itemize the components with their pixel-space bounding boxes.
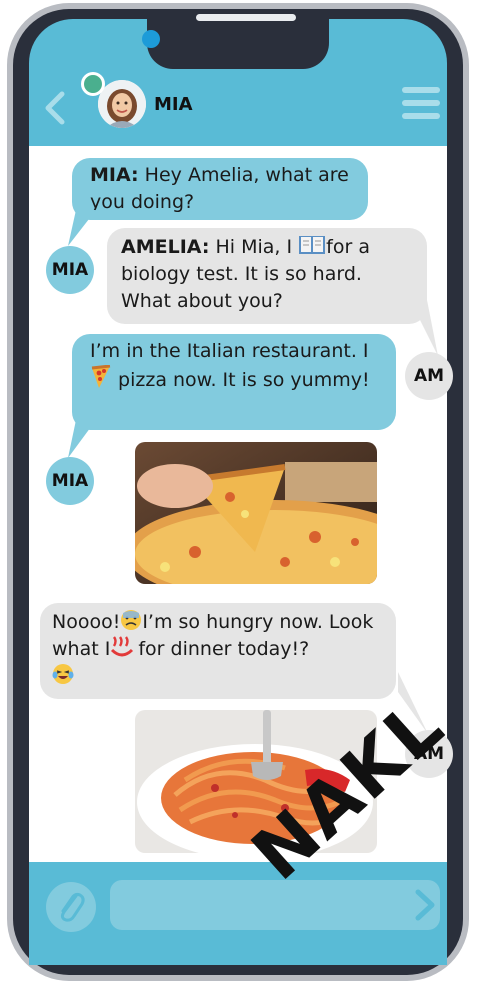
message-text: Noooo! xyxy=(52,611,121,633)
book-icon xyxy=(298,234,326,256)
avatar-mia[interactable]: MIA xyxy=(46,457,94,505)
sender-label: MIA: xyxy=(90,164,139,186)
notch xyxy=(147,19,329,69)
message-text-cont-2: for dinner today!? xyxy=(132,638,310,660)
message-bubble-mia-2: I’m in the Italian restaurant. I pizza n… xyxy=(72,334,396,430)
message-text: I’m in the Italian restaurant. I xyxy=(90,340,369,362)
pizza-photo[interactable] xyxy=(135,442,377,584)
online-status-dot xyxy=(81,72,105,96)
hot-springs-icon xyxy=(110,636,134,658)
message-bubble-mia-1: MIA: Hey Amelia, what are you doing? xyxy=(72,158,368,220)
bubble-tail xyxy=(68,210,96,246)
message-input[interactable] xyxy=(110,880,440,930)
menu-icon[interactable] xyxy=(402,87,440,125)
pizza-icon xyxy=(90,364,112,388)
send-arrow-icon[interactable] xyxy=(412,888,438,922)
front-camera xyxy=(142,30,160,48)
contact-name: MIA xyxy=(154,94,193,115)
message-text-cont: pizza now. It is so yummy! xyxy=(112,369,370,391)
message-bubble-amelia-1: AMELIA: Hi Mia, I for a biology test. It… xyxy=(107,228,427,324)
avatar-mia[interactable]: MIA xyxy=(46,246,94,294)
avatar-am[interactable]: AM xyxy=(405,352,453,400)
paperclip-icon[interactable] xyxy=(46,882,96,932)
laughing-crying-icon xyxy=(52,663,74,685)
message-bubble-am-1: Noooo! I’m so hungry now. Look what I for… xyxy=(40,603,396,699)
message-text: Hi Mia, I xyxy=(209,236,299,258)
bubble-tail xyxy=(410,300,438,356)
sender-label: AMELIA: xyxy=(121,236,210,258)
speaker-grill xyxy=(196,14,296,21)
contact-avatar[interactable] xyxy=(98,80,146,128)
sad-face-icon xyxy=(120,609,142,631)
back-arrow-icon[interactable] xyxy=(42,90,68,126)
